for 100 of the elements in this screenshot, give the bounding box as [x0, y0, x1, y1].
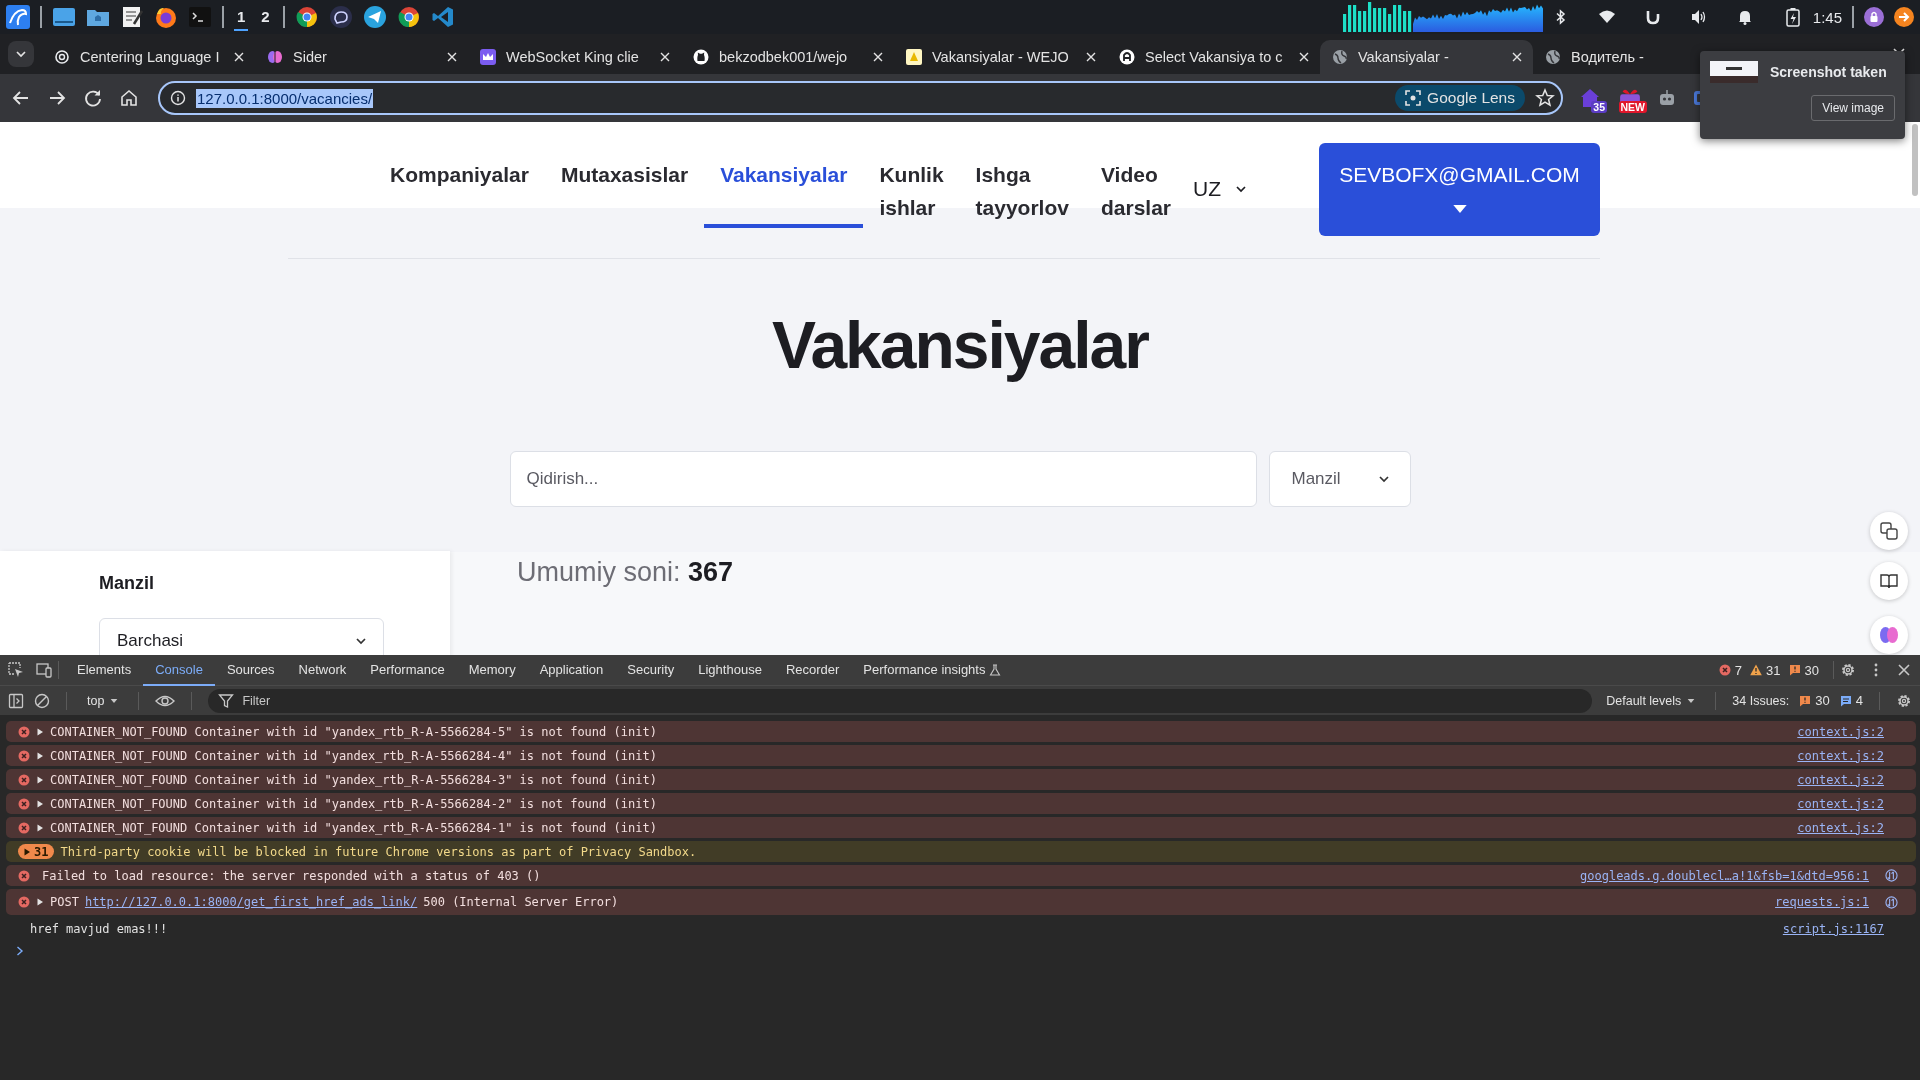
error-count[interactable]: 7	[1734, 662, 1743, 678]
close-icon[interactable]	[1085, 51, 1097, 63]
nav-link[interactable]: Video darslar	[1084, 122, 1187, 228]
language-dropdown[interactable]: UZ	[1193, 177, 1247, 201]
request-url-link[interactable]: http://127.0.0.1:8000/get_first_href_ads_link/	[84, 895, 418, 909]
chrome-icon[interactable]	[396, 5, 421, 29]
volume-icon[interactable]	[1690, 9, 1707, 25]
tab-search-button[interactable]	[8, 41, 34, 67]
browser-tab[interactable]: Select Vakansiya to c	[1107, 40, 1320, 74]
source-link[interactable]: context.js:2	[1797, 820, 1884, 835]
context-dropdown[interactable]: top	[83, 693, 123, 708]
paper-plane-icon[interactable]	[362, 5, 387, 29]
info-icon[interactable]	[170, 90, 186, 106]
robot-icon[interactable]	[1657, 88, 1677, 108]
nav-link[interactable]: Kompaniyalar	[374, 122, 545, 228]
window-icon[interactable]	[52, 5, 76, 29]
prompt-icon[interactable]	[16, 946, 24, 956]
browser-tab[interactable]: Водитель -	[1533, 40, 1746, 74]
device-icon[interactable]	[36, 662, 52, 678]
devtools-tab[interactable]: Memory	[456, 654, 528, 686]
warning-count[interactable]: 31	[1766, 662, 1781, 678]
devtools-tab[interactable]: Application	[527, 654, 616, 686]
devtools-tab[interactable]: Lighthouse	[686, 654, 774, 686]
chat-bubble-icon[interactable]	[328, 5, 353, 29]
source-link[interactable]: requests.js:1	[1775, 895, 1869, 909]
source-link[interactable]: googleads.g.doublecl…a!1&fsb=1&dtd=956:1	[1580, 868, 1869, 883]
nav-link[interactable]: Kunlik ishlar	[863, 122, 960, 228]
google-lens-button[interactable]: Google Lens	[1395, 85, 1525, 111]
scrollbar-thumb[interactable]	[1912, 124, 1918, 196]
terminal-icon[interactable]	[188, 5, 212, 29]
view-image-button[interactable]: View image	[1811, 95, 1895, 121]
devtools-tab[interactable]: Security	[615, 654, 687, 686]
nav-link[interactable]: Mutaxasislar	[544, 122, 705, 228]
code-editor-icon[interactable]	[430, 5, 455, 29]
inspect-icon[interactable]	[8, 662, 24, 678]
expand-caret-icon[interactable]	[36, 775, 44, 784]
settings-icon[interactable]	[1840, 662, 1856, 678]
close-icon[interactable]	[446, 51, 458, 63]
browser-tab[interactable]: bekzodbek001/wejo	[681, 40, 894, 74]
u-shaped-icon[interactable]	[1644, 9, 1661, 25]
user-account-button[interactable]: SEVBOFX@GMAIL.COM	[1319, 143, 1600, 236]
workspace-button[interactable]: 1	[234, 3, 249, 31]
browser-tab[interactable]: Vakansiyalar -	[1320, 40, 1533, 74]
browser-tab[interactable]: Sider	[255, 40, 468, 74]
expand-caret-icon[interactable]	[36, 898, 44, 906]
devtools-tab[interactable]: Performance	[358, 654, 457, 686]
location-dropdown[interactable]: Manzil	[1268, 451, 1411, 507]
address-bar[interactable]: 127.0.0.1:8000/vacancies/ Google Lens	[158, 81, 1563, 115]
issue-count[interactable]: 30	[1815, 693, 1830, 708]
reader-button[interactable]	[1870, 562, 1908, 600]
issue-count[interactable]: 30	[1804, 662, 1819, 678]
source-link[interactable]: context.js:2	[1797, 772, 1884, 787]
devtools-tab[interactable]: Recorder	[773, 654, 852, 686]
clock-text[interactable]: 1:45	[1812, 8, 1842, 26]
fox-icon[interactable]	[154, 5, 178, 29]
expand-caret-icon[interactable]	[36, 727, 44, 736]
close-icon[interactable]	[659, 51, 671, 63]
devtools-tab[interactable]: Sources	[214, 654, 287, 686]
source-link[interactable]: context.js:2	[1797, 724, 1884, 739]
lock-icon[interactable]	[1864, 7, 1884, 27]
source-link[interactable]: context.js:2	[1797, 796, 1884, 811]
message-group-badge[interactable]: 31	[18, 844, 55, 859]
nav-link[interactable]: Ishga tayyorlov	[959, 122, 1085, 228]
info-count[interactable]: 4	[1855, 693, 1863, 708]
source-link[interactable]: context.js:2	[1797, 748, 1884, 763]
close-icon[interactable]	[872, 51, 884, 63]
devtools-tab[interactable]: Network	[286, 654, 359, 686]
expand-caret-icon[interactable]	[36, 799, 44, 808]
star-icon[interactable]	[1535, 88, 1555, 108]
search-field[interactable]: Qidirish...	[509, 451, 1257, 507]
devtools-tab[interactable]: Performance insights	[851, 654, 998, 686]
network-icon[interactable]	[1885, 869, 1898, 882]
expand-caret-icon[interactable]	[36, 823, 44, 832]
issues-label[interactable]: 34 Issues:	[1732, 693, 1790, 708]
sidebar-toggle-icon[interactable]	[8, 692, 24, 709]
logout-icon[interactable]	[1894, 7, 1914, 27]
expand-caret-icon[interactable]	[36, 751, 44, 760]
browser-tab[interactable]: WebSocket King clie	[468, 40, 681, 74]
close-icon[interactable]	[1896, 662, 1912, 678]
log-levels-dropdown[interactable]: Default levels	[1602, 693, 1700, 708]
close-icon[interactable]	[1511, 51, 1523, 63]
filter-field[interactable]: Filter	[208, 688, 1593, 713]
home-icon[interactable]	[118, 87, 140, 109]
nav-link[interactable]: Vakansiyalar	[704, 122, 864, 228]
dragon-logo-icon[interactable]	[6, 5, 30, 29]
notepad-icon[interactable]	[120, 5, 144, 29]
chrome-icon[interactable]	[294, 5, 319, 29]
source-link[interactable]: script.js:1167	[1782, 921, 1884, 936]
close-icon[interactable]	[233, 51, 245, 63]
console-settings-icon[interactable]	[1896, 692, 1912, 709]
workspace-button[interactable]: 2	[258, 3, 273, 31]
wifi-icon[interactable]	[1598, 9, 1615, 25]
browser-tab[interactable]: Vakansiyalar - WEJO	[894, 40, 1107, 74]
location-dropdown[interactable]: Barchasi	[99, 618, 384, 655]
translate-button[interactable]	[1870, 512, 1908, 550]
network-icon[interactable]	[1885, 895, 1898, 909]
clear-console-icon[interactable]	[34, 692, 50, 709]
close-icon[interactable]	[1298, 51, 1310, 63]
assistant-button[interactable]	[1870, 616, 1908, 654]
devtools-tab[interactable]: Elements	[65, 654, 144, 686]
